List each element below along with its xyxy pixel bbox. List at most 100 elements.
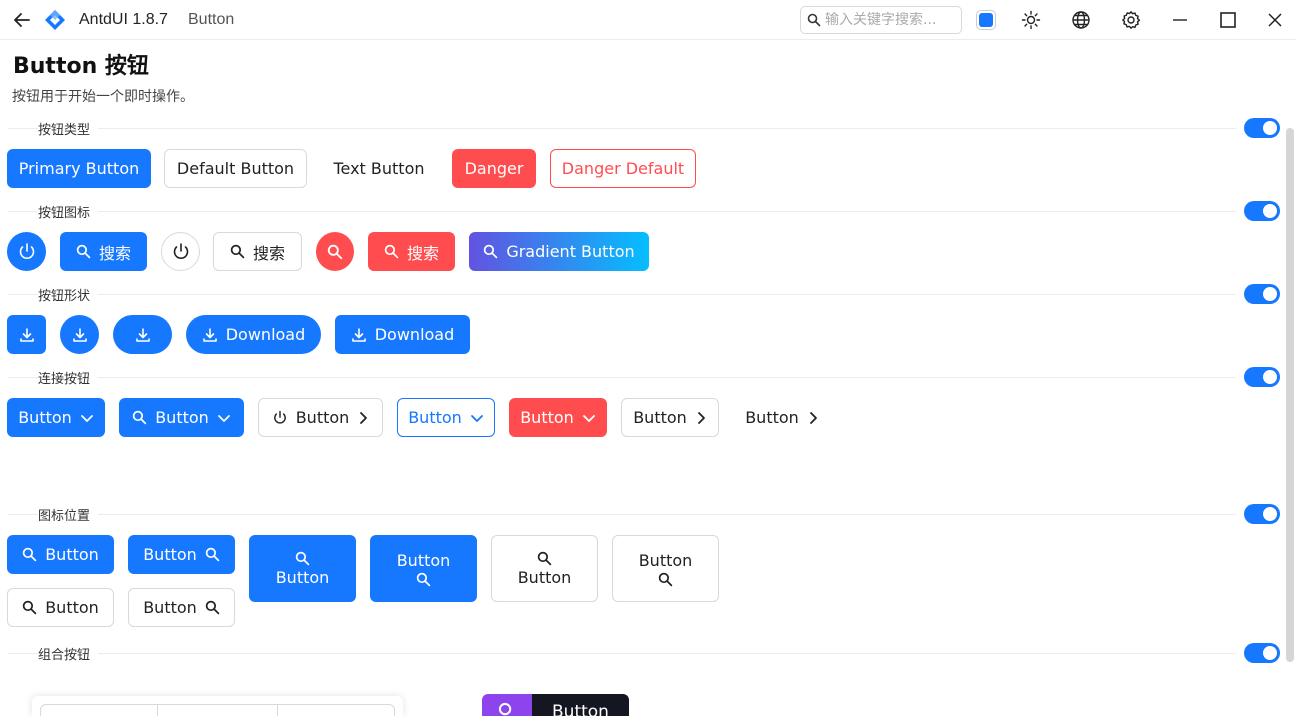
button-label: Button <box>18 408 72 427</box>
chevron-right-icon <box>809 411 817 424</box>
theme-color-picker[interactable] <box>976 10 996 30</box>
search-icon <box>132 410 147 425</box>
button-label: Button <box>745 408 799 427</box>
back-arrow-icon[interactable] <box>10 8 34 32</box>
search-button[interactable]: 搜索 <box>60 232 147 271</box>
dark-button[interactable]: Button <box>532 694 629 716</box>
next-text-button[interactable]: Button <box>733 398 831 437</box>
divider <box>8 377 1236 378</box>
chevron-down-icon <box>470 414 483 422</box>
dropdown-button[interactable]: Button <box>397 398 495 437</box>
power-next-button[interactable]: Button <box>258 398 383 437</box>
next-button[interactable]: Button <box>621 398 719 437</box>
sun-icon[interactable] <box>1019 8 1043 32</box>
divider <box>8 294 1236 295</box>
title-bar: AntdUI 1.8.7 Button <box>0 0 1296 40</box>
button-label: Button <box>143 598 197 617</box>
download-circle-button[interactable] <box>60 315 99 354</box>
search-box[interactable] <box>800 6 962 34</box>
icon-left-button[interactable]: Button <box>7 588 114 627</box>
icon-bottom-button[interactable]: Button <box>370 535 477 602</box>
button-label: Button <box>396 550 451 570</box>
button-group-panel <box>32 696 403 716</box>
dropdown-button[interactable]: Button <box>119 398 244 437</box>
group-button[interactable] <box>40 704 158 716</box>
icon-left-button[interactable]: Button <box>7 535 114 574</box>
gear-icon[interactable] <box>1119 8 1143 32</box>
section-label-shapes: 按钮形状 <box>38 285 99 304</box>
search-button[interactable]: 搜索 <box>213 232 302 271</box>
power-button[interactable] <box>161 232 200 271</box>
download-square-button[interactable] <box>7 315 46 354</box>
toggle-switch[interactable] <box>1244 643 1280 663</box>
button-label: Button <box>552 702 609 716</box>
group-button[interactable] <box>277 704 395 716</box>
icon-right-button[interactable]: Button <box>128 535 235 574</box>
button-label: Button <box>155 408 209 427</box>
download-icon <box>135 327 150 342</box>
power-button[interactable] <box>7 232 46 271</box>
icon-right-button[interactable]: Button <box>128 588 235 627</box>
toggle-switch[interactable] <box>1244 284 1280 304</box>
download-round-button[interactable] <box>113 315 172 354</box>
section-label-types: 按钮类型 <box>38 119 99 138</box>
button-label: Button <box>45 545 99 564</box>
danger-search-button[interactable]: 搜索 <box>368 232 455 271</box>
button-label: Button <box>45 598 99 617</box>
globe-icon[interactable] <box>1069 8 1093 32</box>
search-icon <box>205 600 220 615</box>
toggle-switch[interactable] <box>1244 367 1280 387</box>
download-button[interactable]: Download <box>335 315 470 354</box>
toggle-switch[interactable] <box>1244 504 1280 524</box>
divider <box>8 211 1236 212</box>
toggle-switch[interactable] <box>1244 118 1280 138</box>
icon-bottom-button[interactable]: Button <box>612 535 719 602</box>
gradient-button[interactable]: Gradient Button <box>469 232 649 271</box>
icon-top-button[interactable]: Button <box>249 535 356 602</box>
page-title: Button 按钮 <box>13 54 149 79</box>
toggle-switch[interactable] <box>1244 201 1280 221</box>
dropdown-button[interactable]: Button <box>7 398 105 437</box>
page-breadcrumb: Button <box>188 11 235 28</box>
maximize-icon[interactable] <box>1216 8 1240 32</box>
download-icon <box>19 327 34 342</box>
button-label: Button <box>275 567 330 587</box>
power-icon <box>273 410 286 424</box>
chevron-down-icon <box>582 414 595 422</box>
power-icon <box>19 242 34 259</box>
search-icon <box>22 547 37 562</box>
search-input[interactable] <box>825 12 955 28</box>
group-button[interactable] <box>157 704 278 716</box>
search-icon <box>484 244 498 259</box>
default-button[interactable]: Default Button <box>164 149 307 188</box>
button-label: Download <box>374 325 455 344</box>
section-label-group: 组合按钮 <box>38 644 99 663</box>
danger-default-button[interactable]: Danger Default <box>550 149 696 188</box>
icon-top-button[interactable]: Button <box>491 535 598 602</box>
power-icon <box>173 242 188 259</box>
danger-dropdown-button[interactable]: Button <box>509 398 607 437</box>
download-round-button[interactable]: Download <box>186 315 321 354</box>
chevron-right-icon <box>697 411 705 424</box>
search-icon <box>327 244 343 259</box>
close-icon[interactable] <box>1263 8 1287 32</box>
text-button[interactable]: Text Button <box>320 149 438 188</box>
danger-search-button[interactable] <box>316 232 354 271</box>
chevron-right-icon <box>360 411 368 424</box>
danger-button[interactable]: Danger <box>452 149 536 188</box>
section-label-icon-position: 图标位置 <box>38 505 99 524</box>
divider <box>8 128 1236 129</box>
search-icon <box>498 702 512 716</box>
minimize-icon[interactable] <box>1168 8 1192 32</box>
button-label: Button <box>408 408 462 427</box>
button-label: Button <box>143 545 197 564</box>
page-description: 按钮用于开始一个即时操作。 <box>12 89 194 105</box>
chevron-down-icon <box>80 414 93 422</box>
scrollbar[interactable] <box>1286 128 1294 662</box>
purple-search-button[interactable] <box>482 694 532 716</box>
button-label: Button <box>295 408 350 427</box>
section-label-icons: 按钮图标 <box>38 202 99 221</box>
primary-button[interactable]: Primary Button <box>7 149 151 188</box>
antdui-logo-icon <box>44 9 66 31</box>
search-icon <box>230 244 245 259</box>
